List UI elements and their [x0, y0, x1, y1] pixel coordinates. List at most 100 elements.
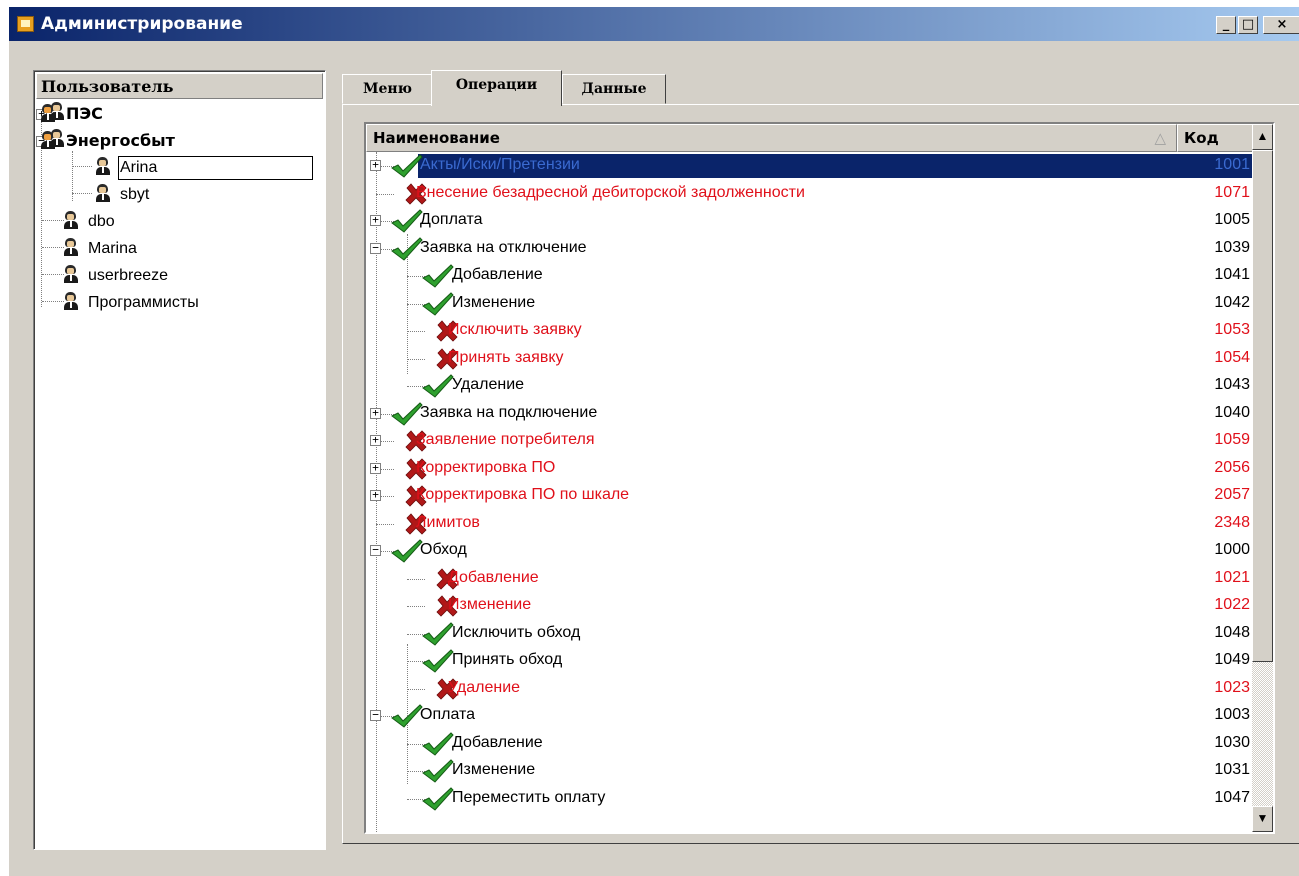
- tree-connector-line: [42, 220, 64, 221]
- operation-name: Изменение: [452, 293, 536, 311]
- check-icon: [422, 264, 454, 288]
- column-header-name[interactable]: Наименование △: [366, 124, 1177, 152]
- operation-row[interactable]: Переместить оплату 1047: [366, 785, 1254, 813]
- operation-row[interactable]: Принять обход 1049: [366, 647, 1254, 675]
- user-tree-item[interactable]: dbo: [88, 209, 115, 235]
- operation-row[interactable]: Добавление 1041: [366, 262, 1254, 290]
- operation-row[interactable]: Изменение 1022: [366, 592, 1254, 620]
- expand-icon[interactable]: +: [370, 407, 381, 419]
- operation-name: Изменение: [448, 596, 532, 613]
- operation-row[interactable]: − Оплата 1003: [366, 702, 1254, 730]
- operation-row[interactable]: Добавление 1021: [366, 565, 1254, 593]
- operation-row[interactable]: + Заявка на подключение 1040: [366, 400, 1254, 428]
- operation-code: 2056: [1214, 458, 1250, 476]
- check-icon: [391, 154, 423, 178]
- operation-name: Заявка на отключение: [420, 238, 587, 256]
- tree-connector-line: [72, 193, 92, 194]
- operation-name: Исключить обход: [452, 623, 581, 641]
- collapse-icon[interactable]: −: [370, 544, 381, 556]
- operation-name: Лимитов: [416, 513, 480, 531]
- check-icon: [391, 401, 423, 426]
- tree-connector-line: [376, 193, 394, 195]
- expand-icon[interactable]: +: [370, 434, 381, 446]
- tree-connector-line: [42, 247, 64, 248]
- user-group-icon: [39, 128, 65, 150]
- operation-row[interactable]: Удаление 1043: [366, 372, 1254, 400]
- tree-connector-line: [407, 578, 425, 580]
- operation-code: 1048: [1214, 623, 1250, 641]
- collapse-icon[interactable]: −: [370, 709, 381, 721]
- user-group-icon: [39, 101, 65, 123]
- check-icon: [422, 291, 454, 316]
- user-tree-item[interactable]: Программисты: [88, 290, 199, 316]
- operations-grid: Наименование △ Код + Акты/Иски/Претензии 1…: [364, 122, 1275, 834]
- tree-connector-line: [407, 688, 425, 690]
- user-tree-panel: Пользователь + ПЭС − Энергосбыт Arina sbyt dbo…: [33, 70, 326, 850]
- column-header-code[interactable]: Код: [1177, 124, 1254, 152]
- operation-name: Добавление: [452, 733, 543, 751]
- operation-code: 1003: [1214, 706, 1250, 723]
- operation-row[interactable]: + Доплата 1005: [366, 207, 1254, 235]
- operation-row[interactable]: − Заявка на отключение 1039: [366, 235, 1254, 263]
- user-tree-item[interactable]: userbreeze: [88, 263, 168, 289]
- check-icon: [422, 374, 454, 398]
- column-name-label: Наименование: [373, 129, 500, 147]
- operation-row[interactable]: − Обход 1000: [366, 537, 1254, 565]
- vertical-scrollbar[interactable]: ▲ ▼: [1252, 124, 1273, 832]
- close-button[interactable]: ×: [1263, 16, 1299, 34]
- operation-code: 1031: [1214, 761, 1250, 778]
- operation-row[interactable]: Добавление 1030: [366, 730, 1254, 758]
- operation-code: 1049: [1214, 651, 1250, 668]
- user-icon: [62, 237, 80, 257]
- operation-code: 1000: [1214, 541, 1250, 558]
- expand-icon[interactable]: +: [370, 214, 381, 226]
- tab-control: Меню Операции Данные Наименование △ Код …: [342, 70, 1299, 844]
- operation-row[interactable]: Удаление 1023: [366, 675, 1254, 703]
- user-tree-item[interactable]: sbyt: [120, 182, 149, 208]
- operation-row[interactable]: + Заявление потребителя 1059: [366, 427, 1254, 455]
- check-icon: [391, 236, 423, 261]
- operation-row[interactable]: Лимитов 2348: [366, 510, 1254, 538]
- operation-name: Обход: [420, 541, 467, 558]
- operation-name: Заявка на подключение: [420, 403, 598, 421]
- operation-code: 1047: [1214, 788, 1250, 806]
- user-icon: [94, 156, 112, 176]
- expand-icon[interactable]: +: [370, 159, 381, 171]
- collapse-icon[interactable]: −: [370, 242, 381, 254]
- operation-name: Внесение безадресной дебиторской задолже…: [416, 183, 805, 201]
- user-column-header[interactable]: Пользователь: [36, 73, 323, 99]
- scroll-down-button[interactable]: ▼: [1252, 806, 1273, 832]
- operation-row[interactable]: Внесение безадресной дебиторской задолже…: [366, 180, 1254, 208]
- maximize-button[interactable]: □: [1238, 16, 1258, 34]
- user-tree-item[interactable]: ПЭС: [66, 101, 103, 127]
- user-tree-item[interactable]: Энергосбыт: [66, 128, 175, 154]
- tab-menu[interactable]: Меню: [342, 74, 433, 104]
- user-tree-item[interactable]: Marina: [88, 236, 137, 262]
- user-icon: [39, 103, 57, 123]
- user-icon: [62, 264, 80, 284]
- operation-row[interactable]: + Корректировка ПО 2056: [366, 455, 1254, 483]
- operation-row[interactable]: + Акты/Иски/Претензии 1001: [366, 152, 1254, 180]
- tree-connector-line: [42, 274, 64, 275]
- operation-row[interactable]: Изменение 1042: [366, 290, 1254, 318]
- expand-icon[interactable]: +: [370, 462, 381, 474]
- operation-code: 1043: [1214, 376, 1250, 393]
- operation-row[interactable]: Исключить обход 1048: [366, 620, 1254, 648]
- operation-row[interactable]: + Корректировка ПО по шкале 2057: [366, 482, 1254, 510]
- operation-row[interactable]: Исключить заявку 1053: [366, 317, 1254, 345]
- check-icon: [422, 786, 454, 811]
- user-tree-item[interactable]: Arina: [120, 155, 157, 181]
- minimize-button[interactable]: _: [1216, 16, 1236, 34]
- tab-operations[interactable]: Операции: [431, 70, 562, 106]
- scroll-up-button[interactable]: ▲: [1252, 124, 1273, 150]
- title-bar[interactable]: Администрирование _ □ ×: [9, 7, 1299, 41]
- check-icon: [391, 539, 423, 563]
- operation-row[interactable]: Изменение 1031: [366, 757, 1254, 785]
- tree-connector-line: [376, 523, 394, 525]
- operation-code: 1022: [1214, 596, 1250, 613]
- scroll-thumb[interactable]: [1252, 150, 1273, 662]
- tab-data[interactable]: Данные: [562, 74, 666, 104]
- operation-row[interactable]: Принять заявку 1054: [366, 345, 1254, 373]
- expand-icon[interactable]: +: [370, 489, 381, 501]
- window-title: Администрирование: [41, 14, 243, 34]
